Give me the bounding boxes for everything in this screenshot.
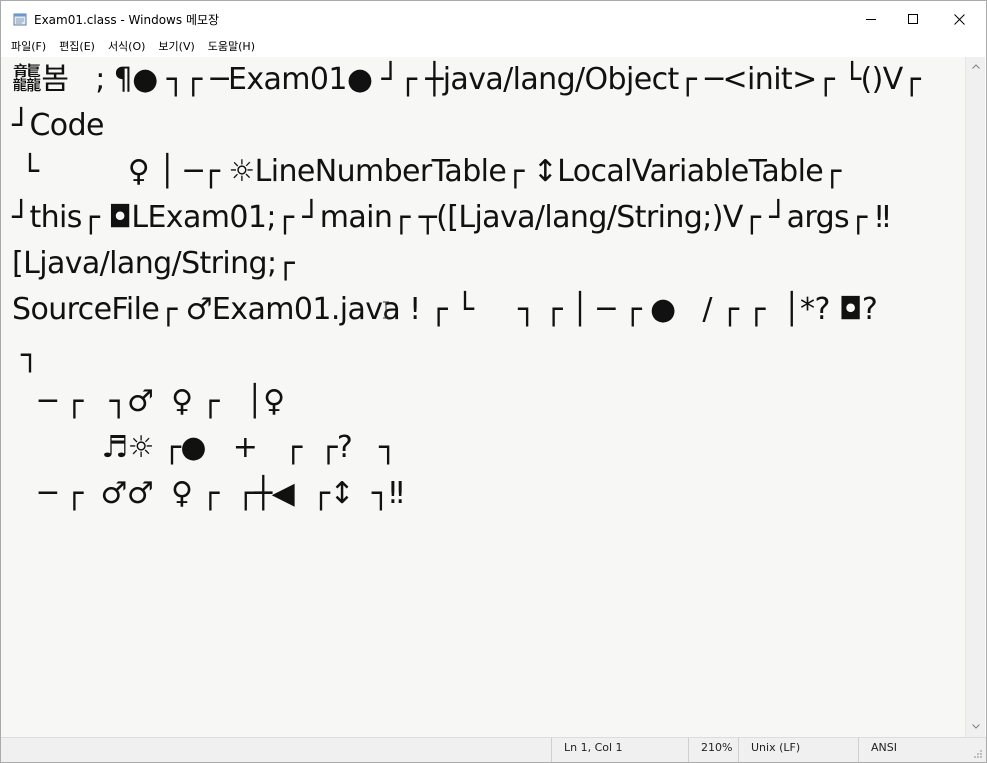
menu-bar: 파일(F) 편집(E) 서식(O) 보기(V) 도움말(H) — [1, 37, 986, 57]
text-editor[interactable]: 龘봄 ; ¶● ┐┌ ─Exam01● ┘┌ ┼java/lang/Object… — [1, 57, 965, 737]
text-line-7: ┐ — [12, 338, 39, 373]
menu-help[interactable]: 도움말(H) — [202, 37, 262, 57]
text-line-6: SourceFile┌ ♂Exam01.java ! ┌ └ ┐ ┌ │ ─ ┌… — [12, 292, 878, 327]
text-line-8: ─ ┌ ┐♂ ♀ ┌ │♀ — [12, 384, 285, 419]
text-line-10: ─ ┌ ♂♂ ♀ ┌ ┌┼◀ ┌↕ ┐‼ — [12, 476, 404, 511]
resize-grip-icon[interactable] — [973, 749, 983, 759]
notepad-window: Exam01.class - Windows 메모장 파일(F) 편집(E) 서… — [0, 0, 987, 763]
ibeam-cursor-icon — [383, 301, 389, 319]
maximize-button[interactable] — [890, 1, 936, 37]
vertical-scrollbar[interactable] — [965, 57, 985, 737]
menu-edit[interactable]: 편집(E) — [53, 37, 102, 57]
text-line-2: ┘Code — [12, 108, 104, 143]
close-icon — [953, 13, 965, 25]
chevron-up-icon — [972, 63, 980, 69]
text-line-9: ♬☼ ┌● + ┌ ┌? ┐ — [12, 430, 397, 465]
minimize-icon — [866, 19, 876, 20]
text-line-4: ┘this┌ ◘LExam01;┌ ┘main┌ ┬([Ljava/lang/S… — [12, 200, 890, 235]
close-button[interactable] — [936, 1, 982, 37]
status-bar: Ln 1, Col 1 210% Unix (LF) ANSI — [1, 737, 986, 762]
menu-format[interactable]: 서식(O) — [102, 37, 152, 57]
minimize-button[interactable] — [848, 1, 894, 37]
notepad-icon — [13, 13, 27, 26]
window-title: Exam01.class - Windows 메모장 — [34, 13, 220, 27]
line-ending: Unix (LF) — [738, 738, 800, 762]
text-line-5: [Ljava/lang/String;┌ — [12, 246, 295, 281]
text-line-3: └ ♀ │ ─┌ ☼LineNumberTable┌ ↕LocalVariabl… — [12, 154, 841, 189]
maximize-icon — [908, 14, 918, 24]
menu-view[interactable]: 보기(V) — [152, 37, 201, 57]
scroll-up-button[interactable] — [966, 57, 986, 75]
encoding: ANSI — [858, 738, 897, 762]
cursor-position: Ln 1, Col 1 — [551, 738, 623, 762]
menu-file[interactable]: 파일(F) — [5, 37, 53, 57]
text-line-1: 龘봄 ; ¶● ┐┌ ─Exam01● ┘┌ ┼java/lang/Object… — [12, 62, 921, 97]
title-bar[interactable]: Exam01.class - Windows 메모장 — [1, 1, 986, 37]
scroll-down-button[interactable] — [966, 717, 986, 735]
chevron-down-icon — [972, 723, 980, 729]
zoom-level: 210% — [688, 738, 732, 762]
